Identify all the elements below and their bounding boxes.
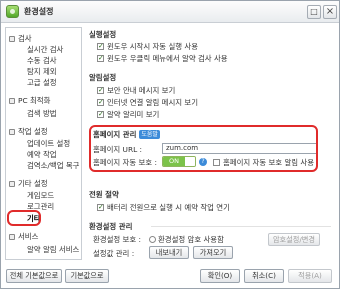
section-title-env: 환경설정 관리 (89, 222, 133, 231)
nav-item-realtime-scan[interactable]: 실시간 검사 (27, 44, 63, 55)
folder-icon (9, 98, 15, 104)
window-title: 환경설정 (24, 7, 54, 16)
folder-icon (9, 234, 15, 240)
title-bar: 환경설정 □ × (1, 1, 339, 23)
nav-group-tasks[interactable]: 작업 설정 (9, 126, 48, 137)
reset-button[interactable]: 기본값으로 (65, 269, 109, 283)
section-title-alerts: 알림설정 (89, 73, 117, 82)
import-button[interactable]: 가져오기 (193, 246, 233, 259)
reset-all-button[interactable]: 전체 기본값으로 (6, 269, 62, 283)
option-alyac-notifier[interactable]: 알약 알리미 보기 (97, 109, 159, 120)
maximize-icon[interactable]: □ (307, 5, 321, 19)
option-security-message[interactable]: 보안 안내 메시지 보기 (97, 85, 175, 96)
nav-item-manual-scan[interactable]: 수동 검사 (27, 55, 57, 66)
checkbox-security-message[interactable] (97, 85, 104, 96)
nav-group-service[interactable]: 서비스 (9, 231, 38, 242)
folder-icon (9, 129, 15, 135)
ok-button[interactable]: 확인(O) (200, 269, 240, 283)
alyac-icon (6, 5, 19, 18)
cancel-button[interactable]: 취소(C) (244, 269, 284, 283)
nav-item-quarantine[interactable]: 검역소/백업 복구 (27, 160, 79, 171)
footer-bar: 전체 기본값으로 기본값으로 확인(O) 취소(C) 적용(A) (1, 263, 339, 288)
option-context-menu[interactable]: 윈도우 우클릭 메뉴에서 알약 검사 사용 (97, 53, 228, 64)
folder-icon (9, 181, 15, 187)
apply-button[interactable]: 적용(A) (288, 269, 332, 283)
nav-item-advanced[interactable]: 고급 설정 (27, 77, 57, 88)
password-button[interactable]: 암호설정/변경 (268, 233, 320, 246)
export-button[interactable]: 내보내기 (149, 246, 189, 259)
nav-item-search-method[interactable]: 검색 방법 (27, 108, 57, 119)
close-icon[interactable]: × (323, 5, 337, 19)
checkbox-autostart[interactable] (97, 41, 104, 52)
nav-item-update-settings[interactable]: 업데이트 설정 (27, 138, 70, 149)
checkbox-battery-delay[interactable] (97, 202, 104, 213)
folder-icon (9, 36, 15, 42)
nav-group-misc[interactable]: 기타 설정 (9, 178, 48, 189)
option-autostart[interactable]: 윈도우 시작시 자동 실행 사용 (97, 41, 198, 52)
nav-item-exclusions[interactable]: 탐지 제외 (27, 66, 57, 77)
section-title-startup: 실행설정 (89, 30, 117, 39)
radio-env-password[interactable] (149, 236, 156, 243)
nav-item-scheduled-tasks[interactable]: 예약 작업 (27, 149, 57, 160)
settings-window: 환경설정 □ × 검사 실시간 검사 수동 검사 탐지 제외 고급 설정 PC … (0, 0, 340, 289)
nav-group-scan[interactable]: 검사 (9, 33, 32, 44)
option-internet-alert[interactable]: 인터넷 연결 알림 메시지 보기 (97, 97, 198, 108)
checkbox-context-menu[interactable] (97, 53, 104, 64)
nav-highlight (7, 210, 41, 226)
nav-item-game-mode[interactable]: 게임모드 (27, 190, 54, 201)
section-title-power: 전원 절약 (89, 190, 119, 199)
nav-item-alyac-notification[interactable]: 알약 알림 서비스 (27, 244, 79, 255)
nav-group-pc-optimize[interactable]: PC 최적화 (9, 95, 50, 106)
checkbox-internet-alert[interactable] (97, 97, 104, 108)
homepage-highlight (89, 125, 318, 172)
option-battery-delay[interactable]: 배터리 전원으로 실행 시 예약 작업 연기 (97, 202, 230, 213)
env-manage-label: 설정값 관리 : (93, 249, 135, 258)
option-env-password[interactable]: 환경설정 암호 사용함 (149, 234, 224, 245)
env-protect-label: 환경설정 보호 : (93, 235, 141, 244)
checkbox-alyac-notifier[interactable] (97, 109, 104, 120)
